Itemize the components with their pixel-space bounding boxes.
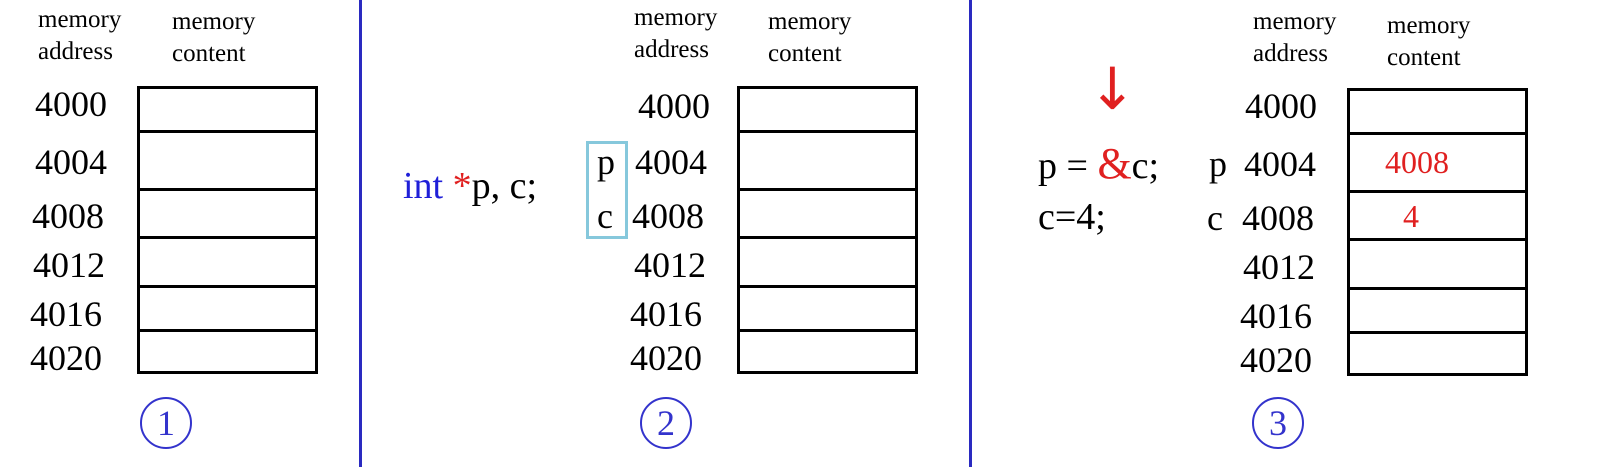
memory-cell-4008: [1347, 190, 1528, 241]
memory-cell: [737, 188, 918, 239]
address-label: 4016: [30, 294, 102, 334]
memory-cell: [737, 329, 918, 374]
down-arrow: ↓: [1088, 55, 1137, 123]
assignment-address-statement: p = &c;: [1038, 139, 1160, 188]
memory-cell: [737, 285, 918, 332]
address-label: 4008: [32, 196, 104, 236]
pointer-value: 4008: [1385, 144, 1449, 180]
content-header: memory content: [768, 8, 852, 67]
step-2-circle: 2: [640, 397, 692, 449]
memory-cell: [1347, 331, 1528, 376]
memory-column: [737, 86, 918, 374]
address-label: 4000: [638, 86, 710, 126]
address-header: memory address: [1253, 8, 1337, 67]
address-of-operator: &: [1097, 139, 1132, 188]
address-label: 4020: [1240, 340, 1312, 380]
address-label: 4004: [635, 142, 707, 182]
memory-cell: [137, 188, 318, 239]
address-label: 4020: [630, 338, 702, 378]
address-label: 4016: [630, 294, 702, 334]
step-1-circle: 1: [140, 397, 192, 449]
content-header: memory content: [172, 8, 256, 67]
memory-cell: [137, 130, 318, 191]
address-label: 4012: [1243, 247, 1315, 287]
pointer-star: *: [452, 165, 472, 207]
assignment-value-statement: c=4;: [1038, 196, 1106, 238]
address-label: 4012: [33, 245, 105, 285]
memory-cell: [137, 86, 318, 133]
variable-label-p: p: [1209, 144, 1227, 184]
address-label: 4020: [30, 338, 102, 378]
step-3-circle: 3: [1252, 397, 1304, 449]
declaration-statement: int *p, c;: [403, 164, 537, 208]
memory-cell: [137, 285, 318, 332]
memory-cell: [1347, 88, 1528, 135]
address-label: 4004: [35, 142, 107, 182]
address-label: 4016: [1240, 296, 1312, 336]
memory-cell: [737, 130, 918, 191]
address-label: 4012: [634, 245, 706, 285]
address-label: 4000: [1245, 86, 1317, 126]
memory-cell: [1347, 287, 1528, 334]
address-label: 4004: [1244, 144, 1316, 184]
address-label: 4000: [35, 84, 107, 124]
memory-cell: [137, 329, 318, 374]
address-header: memory address: [634, 4, 718, 63]
declaration-vars: p, c;: [471, 165, 538, 207]
memory-cell: [137, 236, 318, 288]
memory-cell: [1347, 238, 1528, 290]
variable-label-c: c: [1207, 198, 1223, 238]
address-label: 4008: [1242, 198, 1314, 238]
divider-1: [359, 0, 362, 467]
variable-value: 4: [1403, 198, 1419, 234]
address-header: memory address: [38, 6, 122, 65]
content-header: memory content: [1387, 12, 1471, 71]
memory-cell: [737, 236, 918, 288]
int-keyword: int: [403, 165, 444, 207]
variable-label-p: p: [597, 142, 615, 182]
memory-cell: [737, 86, 918, 133]
divider-2: [969, 0, 972, 467]
memory-column: [1347, 88, 1528, 376]
address-label: 4008: [632, 196, 704, 236]
variable-label-c: c: [597, 196, 613, 236]
memory-column: [137, 86, 318, 374]
